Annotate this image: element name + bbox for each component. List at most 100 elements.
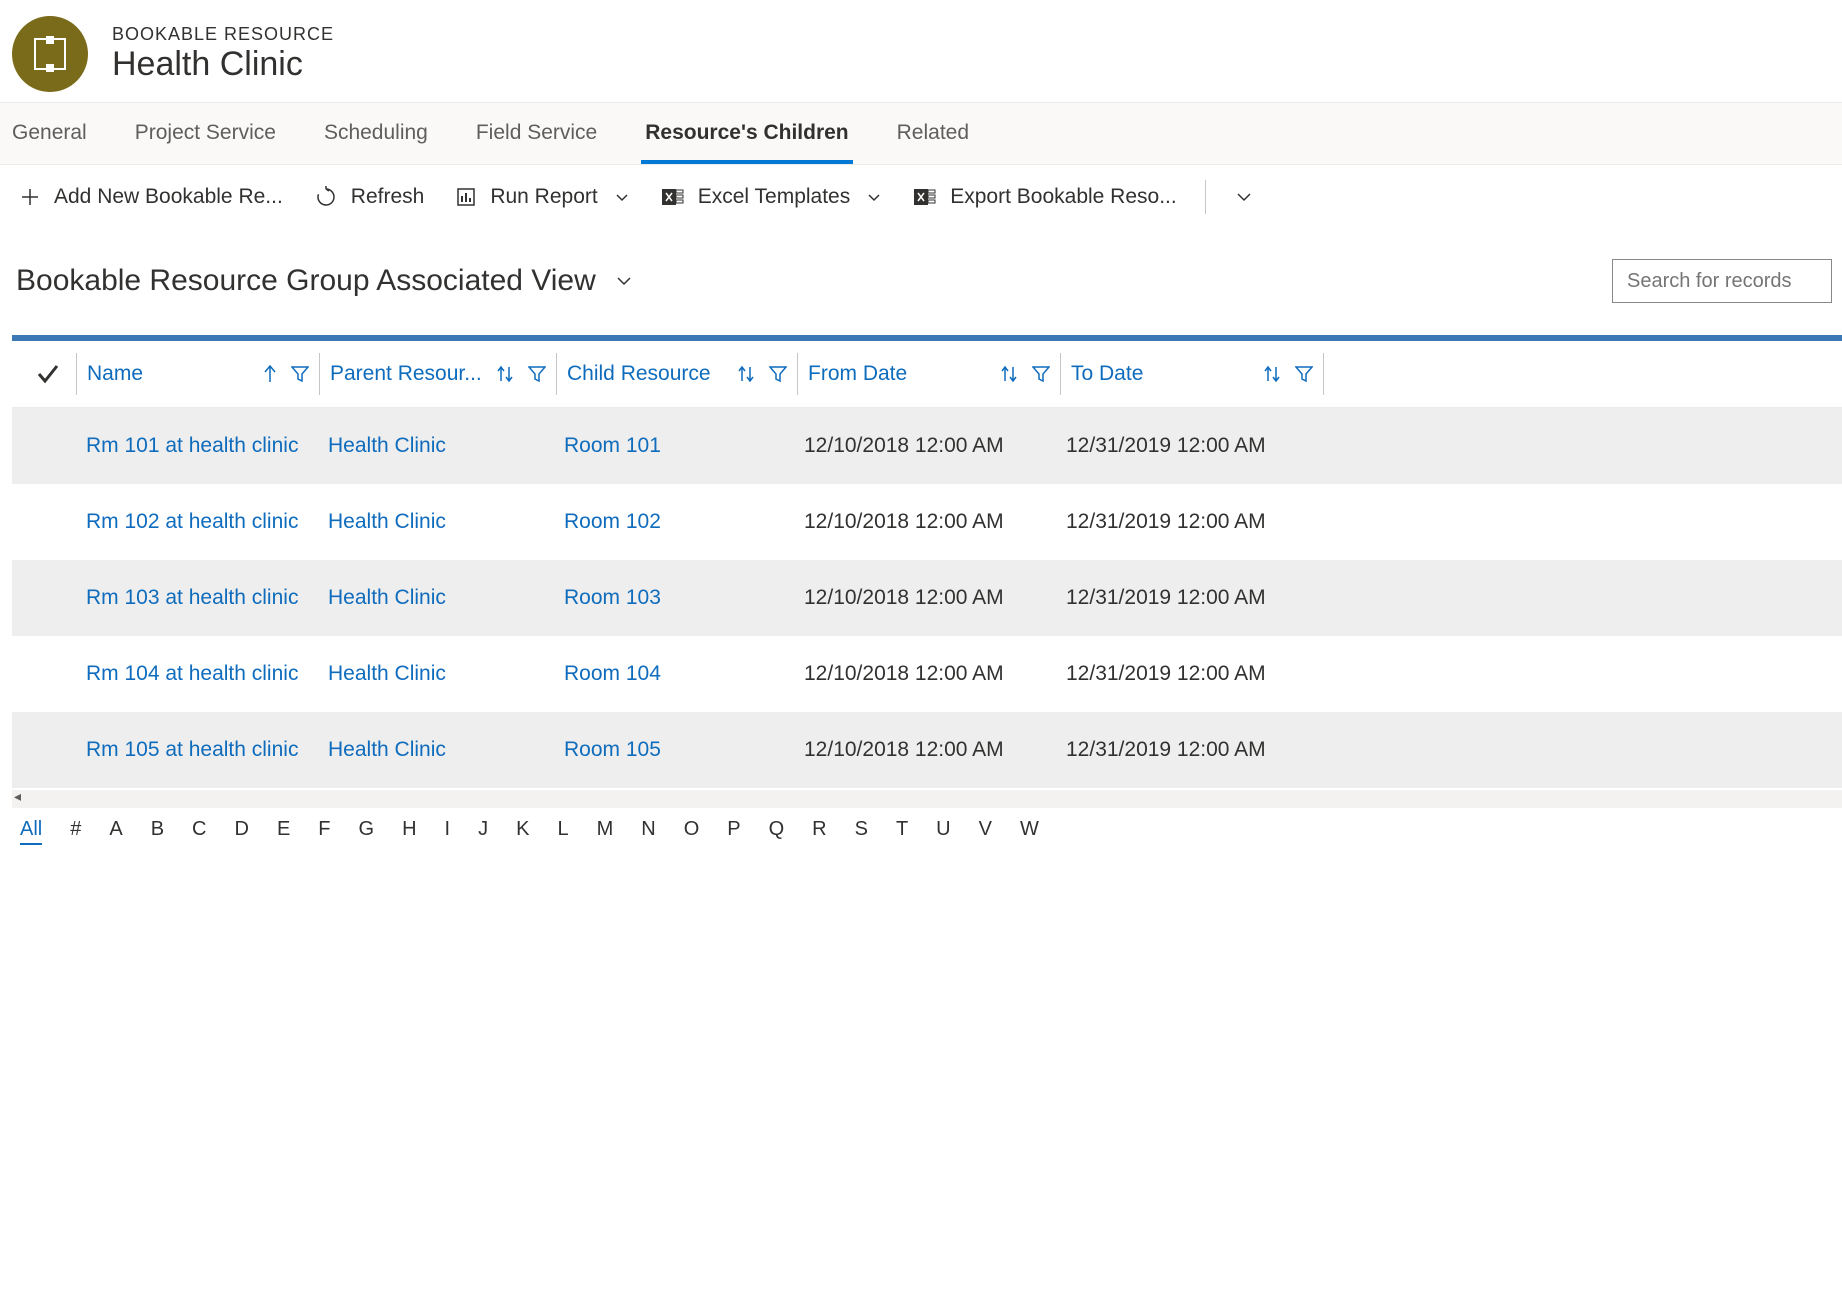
record-title: Health Clinic: [112, 45, 334, 84]
report-icon: [456, 187, 476, 207]
alpha-j[interactable]: J: [478, 818, 488, 845]
refresh-button[interactable]: Refresh: [305, 179, 435, 215]
more-commands-button[interactable]: [1224, 181, 1264, 213]
alpha-a[interactable]: A: [109, 818, 122, 845]
alpha-u[interactable]: U: [936, 818, 950, 845]
cell-to: 12/31/2019 12:00 AM: [1056, 586, 1318, 610]
search-input[interactable]: [1612, 259, 1832, 303]
alpha-r[interactable]: R: [812, 818, 826, 845]
alpha-i[interactable]: I: [445, 818, 451, 845]
cell-child[interactable]: Room 104: [554, 662, 794, 686]
table-row[interactable]: Rm 101 at health clinicHealth ClinicRoom…: [12, 408, 1842, 484]
column-header-name[interactable]: Name: [77, 341, 319, 407]
table-row[interactable]: Rm 102 at health clinicHealth ClinicRoom…: [12, 484, 1842, 560]
grid-header-row: Name Parent Resour... Child Resource Fro…: [12, 341, 1842, 408]
export-label: Export Bookable Reso...: [950, 185, 1176, 209]
alpha-m[interactable]: M: [597, 818, 614, 845]
tab-resources-children[interactable]: Resource's Children: [641, 103, 852, 164]
cell-name[interactable]: Rm 105 at health clinic: [76, 738, 318, 762]
alpha-o[interactable]: O: [684, 818, 700, 845]
tab-project-service[interactable]: Project Service: [131, 103, 280, 164]
column-label: Child Resource: [567, 362, 731, 386]
table-row[interactable]: Rm 105 at health clinicHealth ClinicRoom…: [12, 712, 1842, 788]
sort-icon: [496, 365, 514, 383]
alpha-n[interactable]: N: [641, 818, 655, 845]
add-new-button[interactable]: Add New Bookable Re...: [10, 179, 293, 215]
cell-child[interactable]: Room 102: [554, 510, 794, 534]
refresh-label: Refresh: [351, 185, 425, 209]
tab-related[interactable]: Related: [893, 103, 973, 164]
excel-templates-button[interactable]: Excel Templates: [652, 179, 893, 215]
excel-templates-label: Excel Templates: [698, 185, 851, 209]
alpha-k[interactable]: K: [516, 818, 529, 845]
alpha-d[interactable]: D: [235, 818, 249, 845]
cell-name[interactable]: Rm 103 at health clinic: [76, 586, 318, 610]
command-bar: Add New Bookable Re... Refresh Run Repor…: [0, 165, 1842, 229]
refresh-icon: [315, 186, 337, 208]
cell-parent[interactable]: Health Clinic: [318, 586, 554, 610]
column-label: Parent Resour...: [330, 362, 490, 386]
alpha-c[interactable]: C: [192, 818, 206, 845]
column-header-from[interactable]: From Date: [798, 341, 1060, 407]
alpha-p[interactable]: P: [727, 818, 740, 845]
alpha-b[interactable]: B: [151, 818, 164, 845]
checkmark-icon: [35, 361, 61, 387]
chevron-down-icon: [1234, 187, 1254, 207]
filter-icon[interactable]: [769, 365, 787, 383]
cell-name[interactable]: Rm 102 at health clinic: [76, 510, 318, 534]
select-all-checkbox[interactable]: [12, 341, 76, 407]
cell-child[interactable]: Room 103: [554, 586, 794, 610]
view-header: Bookable Resource Group Associated View: [0, 229, 1842, 323]
filter-icon[interactable]: [291, 365, 309, 383]
column-header-to[interactable]: To Date: [1061, 341, 1323, 407]
alpha-all[interactable]: All: [20, 818, 42, 845]
alpha-f[interactable]: F: [318, 818, 330, 845]
cell-to: 12/31/2019 12:00 AM: [1056, 738, 1318, 762]
alpha-h[interactable]: H: [402, 818, 416, 845]
run-report-button[interactable]: Run Report: [446, 179, 639, 215]
record-header: BOOKABLE RESOURCE Health Clinic: [0, 0, 1842, 102]
cell-from: 12/10/2018 12:00 AM: [794, 510, 1056, 534]
view-title-label: Bookable Resource Group Associated View: [16, 264, 596, 298]
cell-from: 12/10/2018 12:00 AM: [794, 738, 1056, 762]
cell-parent[interactable]: Health Clinic: [318, 434, 554, 458]
column-label: Name: [87, 362, 257, 386]
view-selector[interactable]: Bookable Resource Group Associated View: [16, 264, 634, 298]
cell-child[interactable]: Room 101: [554, 434, 794, 458]
alpha-#[interactable]: #: [70, 818, 81, 845]
filter-icon[interactable]: [1295, 365, 1313, 383]
cell-from: 12/10/2018 12:00 AM: [794, 662, 1056, 686]
export-button[interactable]: Export Bookable Reso...: [904, 179, 1186, 215]
tab-scheduling[interactable]: Scheduling: [320, 103, 432, 164]
alpha-v[interactable]: V: [979, 818, 992, 845]
column-label: From Date: [808, 362, 994, 386]
alpha-e[interactable]: E: [277, 818, 290, 845]
column-header-parent[interactable]: Parent Resour...: [320, 341, 556, 407]
tab-field-service[interactable]: Field Service: [472, 103, 601, 164]
chevron-down-icon: [614, 189, 630, 205]
cell-parent[interactable]: Health Clinic: [318, 662, 554, 686]
column-header-child[interactable]: Child Resource: [557, 341, 797, 407]
alpha-q[interactable]: Q: [769, 818, 785, 845]
cell-parent[interactable]: Health Clinic: [318, 738, 554, 762]
filter-icon[interactable]: [1032, 365, 1050, 383]
table-row[interactable]: Rm 103 at health clinicHealth ClinicRoom…: [12, 560, 1842, 636]
table-row[interactable]: Rm 104 at health clinicHealth ClinicRoom…: [12, 636, 1842, 712]
run-report-label: Run Report: [490, 185, 597, 209]
alpha-g[interactable]: G: [359, 818, 375, 845]
cell-child[interactable]: Room 105: [554, 738, 794, 762]
alpha-l[interactable]: L: [557, 818, 568, 845]
entity-icon: [12, 16, 88, 92]
filter-icon[interactable]: [528, 365, 546, 383]
alpha-jump-bar: All # A B C D E F GH IJ K L MN OP QR S T U V W: [0, 808, 1842, 845]
tab-general[interactable]: General: [8, 103, 91, 164]
horizontal-scrollbar[interactable]: [12, 790, 1842, 808]
cell-name[interactable]: Rm 104 at health clinic: [76, 662, 318, 686]
entity-type-label: BOOKABLE RESOURCE: [112, 24, 334, 45]
sort-icon: [1263, 365, 1281, 383]
cell-parent[interactable]: Health Clinic: [318, 510, 554, 534]
cell-name[interactable]: Rm 101 at health clinic: [76, 434, 318, 458]
alpha-t[interactable]: T: [896, 818, 908, 845]
alpha-w[interactable]: W: [1020, 818, 1039, 845]
alpha-s[interactable]: S: [855, 818, 868, 845]
